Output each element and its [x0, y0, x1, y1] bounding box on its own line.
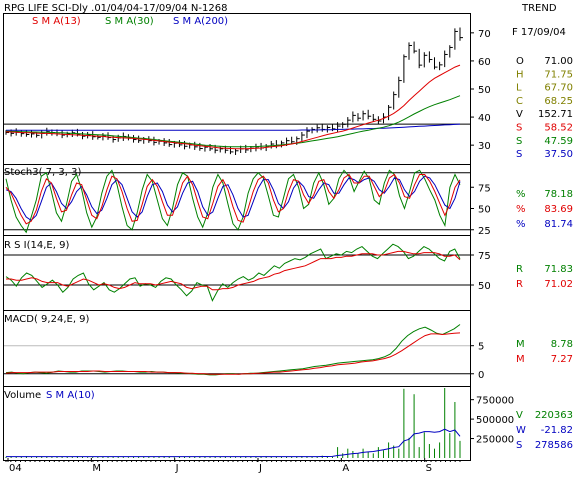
y-tick-label: 60	[478, 57, 491, 68]
macd-readout-value: 7.27	[551, 354, 573, 365]
sma13-legend: S M A(13)	[32, 16, 81, 27]
info-key: L	[516, 83, 522, 94]
y-tick-label: 50	[478, 85, 491, 96]
y-tick-label: 50	[478, 205, 491, 216]
y-tick-label: 75	[478, 183, 491, 194]
volume-readout-value: 278586	[535, 440, 573, 451]
price-panel-frame	[3, 13, 471, 165]
volume-readout-value: 220363	[535, 410, 573, 421]
y-tick-label: 75	[478, 251, 491, 262]
info-key: S	[516, 149, 522, 160]
macd-readout-key: M	[516, 354, 525, 365]
sma200-legend: S M A(200)	[173, 16, 228, 27]
y-tick-label: 250000	[476, 435, 514, 446]
volume-readout-value: -21.82	[541, 425, 573, 436]
info-readouts: O 71.00 H 71.75 L 67.70 C 68.25 V 152.71 S 58.52 S 47…	[516, 56, 573, 160]
rsi-signal-line	[6, 250, 461, 291]
stoch-readout-value: 81.74	[544, 219, 573, 230]
sma13-line	[5, 64, 461, 150]
info-value: 47.59	[544, 136, 573, 147]
info-value: 71.00	[544, 56, 573, 67]
chart-title: RPG LIFE SCI-Dly .01/04/04-17/09/04 N-12…	[4, 3, 227, 14]
y-tick-label: 750000	[476, 396, 514, 407]
rsi-title: R S I(14,E, 9)	[4, 240, 69, 251]
stoch-k-line	[5, 169, 461, 234]
y-tick-label: 25	[478, 226, 491, 237]
y-tick-label: 5	[478, 342, 484, 353]
info-key: O	[516, 56, 524, 67]
info-value: 37.50	[544, 149, 573, 160]
rsi-readouts: R 71.83 R 71.02	[516, 264, 573, 290]
y-tick-label: 50	[478, 281, 491, 292]
info-key: V	[516, 109, 523, 120]
info-value: 71.75	[544, 69, 573, 80]
rsi-plot	[5, 243, 461, 302]
x-tick-label: S	[426, 463, 432, 474]
stoch-readout-key: %	[516, 219, 526, 230]
macd-readout-value: 8.78	[551, 339, 573, 350]
info-key: C	[516, 96, 523, 107]
x-tick-label: M	[92, 463, 101, 474]
y-tick-label: 0	[478, 370, 484, 381]
y-tick-label: 500000	[476, 415, 514, 426]
volume-readout-key: V	[516, 410, 523, 421]
info-key: S	[516, 136, 522, 147]
macd-line	[5, 324, 461, 376]
stoch-readout-key: %	[516, 189, 526, 200]
info-date: F 17/09/04	[512, 27, 566, 38]
volume-readout-key: S	[516, 440, 522, 451]
rsi-readout-key: R	[516, 279, 523, 290]
volume-readout-key: W	[516, 425, 526, 436]
sma30-line	[5, 95, 461, 148]
volume-readouts: V 220363 W -21.82 S 278586	[516, 410, 573, 451]
info-key: S	[516, 123, 522, 134]
stoch-readout-key: %	[516, 204, 526, 215]
rsi-panel-frame	[3, 235, 471, 311]
info-key: H	[516, 69, 524, 80]
info-value: 58.52	[544, 123, 573, 134]
x-tick-label: J	[175, 463, 179, 474]
axis-ticks: 30 40 50 60 70 25 50 75 50 75 0 5 250000 500000 750000…	[5, 29, 514, 474]
macd-signal-line	[5, 332, 461, 375]
macd-title: MACD( 9,24,E, 9)	[4, 314, 90, 325]
price-plot	[5, 27, 463, 155]
volume-sma-legend: S M A(10)	[46, 390, 95, 401]
y-tick-label: 70	[478, 29, 491, 40]
y-tick-label: 40	[478, 113, 491, 124]
volume-sma-line	[6, 428, 461, 458]
macd-readout-key: M	[516, 339, 525, 350]
stoch-readout-value: 83.69	[544, 204, 573, 215]
info-value: 152.71	[538, 109, 573, 120]
stoch-readouts: % 78.18% 83.69% 81.74	[516, 189, 573, 230]
sma30-legend: S M A(30)	[105, 16, 154, 27]
volume-title: Volume	[4, 390, 41, 401]
rsi-readout-value: 71.83	[544, 264, 573, 275]
macd-readouts: M 8.78 M 7.27	[516, 339, 573, 365]
trend-label: TREND	[521, 3, 557, 14]
technical-chart: RPG LIFE SCI-Dly .01/04/04-17/09/04 N-12…	[3, 3, 573, 474]
stoch-plot	[5, 169, 461, 234]
macd-plot	[5, 324, 461, 376]
rsi-readout-value: 71.02	[544, 279, 573, 290]
info-value: 67.70	[544, 83, 573, 94]
stoch-readout-value: 78.18	[544, 189, 573, 200]
x-tick-label: A	[342, 463, 349, 474]
rsi-readout-key: R	[516, 264, 523, 275]
x-tick-label: 04	[9, 463, 22, 474]
info-value: 68.25	[544, 96, 573, 107]
stoch-slow-line	[5, 175, 461, 222]
y-tick-label: 30	[478, 141, 491, 152]
x-tick-label: J	[258, 463, 262, 474]
